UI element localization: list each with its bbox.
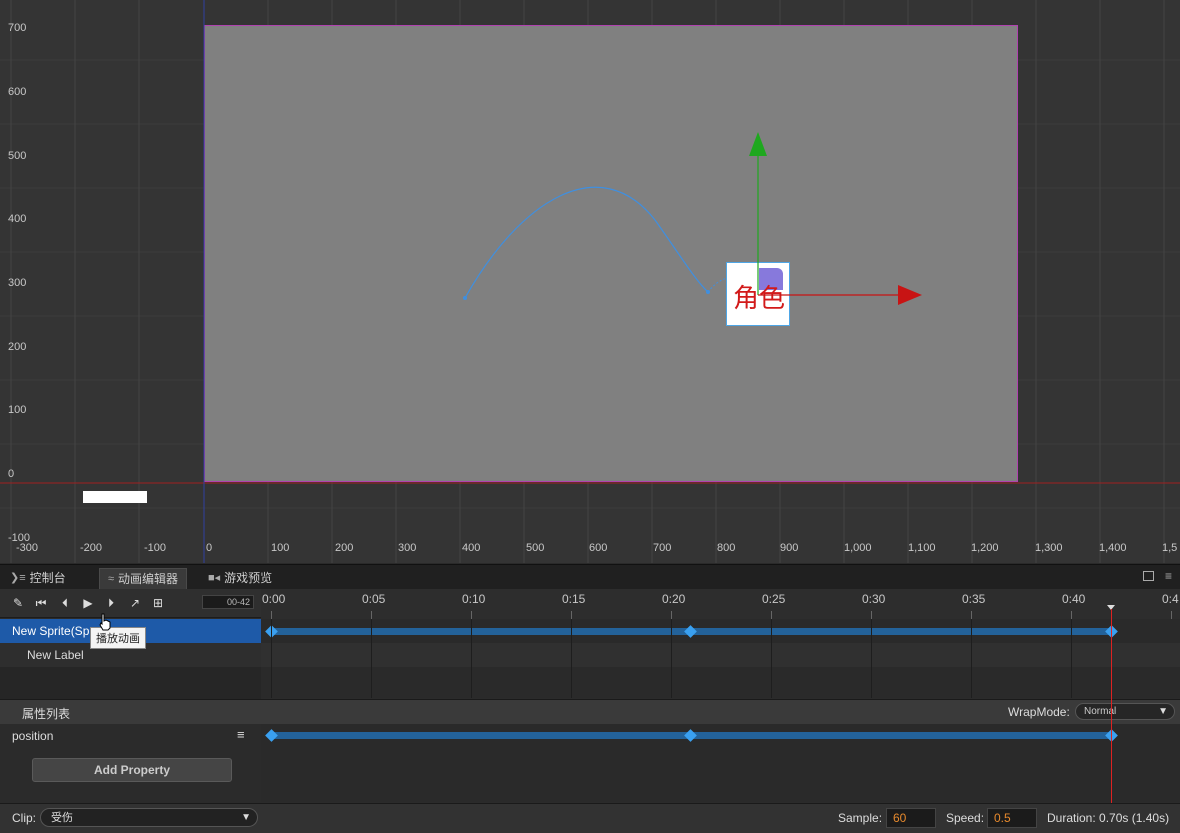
panel-tab-bar: ❯≡ 控制台 ≈ 动画编辑器 ■◂ 游戏预览 ≡ — [0, 564, 1180, 590]
console-icon: ❯≡ — [10, 572, 26, 584]
y-axis-label: 200 — [8, 341, 27, 353]
chevron-down-icon: ▼ — [1158, 706, 1168, 717]
design-resolution-rect — [204, 25, 1018, 482]
time-label: 0:25 — [762, 592, 786, 606]
y-axis-label: 500 — [8, 150, 27, 162]
edit-mode-icon[interactable]: ✎ — [10, 595, 26, 611]
play-icon[interactable]: ▶ — [80, 595, 96, 611]
x-axis-label: 1,000 — [844, 542, 872, 554]
wrapmode-label: WrapMode: — [1008, 705, 1070, 719]
tab-console[interactable]: ❯≡ 控制台 — [2, 568, 74, 589]
tab-label: 动画编辑器 — [118, 572, 179, 586]
y-axis-label: 600 — [8, 86, 27, 98]
x-axis-label: 1,200 — [971, 542, 999, 554]
tab-animation-editor[interactable]: ≈ 动画编辑器 — [99, 568, 188, 590]
y-axis-label: 0 — [8, 468, 15, 480]
x-axis-label: 800 — [717, 542, 736, 554]
animation-toolbar: ✎ ⏮ ⏴ ▶ ⏵ ↗ ⊞ 00-42 — [0, 589, 261, 618]
panel-menu-icon[interactable]: ≡ — [1165, 569, 1172, 583]
sample-input[interactable]: 60 — [886, 808, 936, 828]
camera-icon: ■◂ — [208, 572, 221, 584]
label-node-text: 角色 — [733, 284, 786, 314]
hand-cursor-icon — [99, 613, 111, 631]
node-track-area[interactable] — [261, 619, 1180, 698]
clip-select[interactable]: 受伤 ▼ — [40, 808, 258, 827]
speed-input[interactable]: 0.5 — [987, 808, 1037, 828]
y-axis-label: 100 — [8, 404, 27, 416]
time-label: 0:00 — [262, 592, 286, 606]
y-axis-label: 700 — [8, 22, 27, 34]
scene-view[interactable]: 角色 700 600 500 400 300 200 100 0 -100 -3… — [0, 0, 1180, 563]
x-axis-label: 600 — [589, 542, 608, 554]
property-list: position ≡ Add Property — [0, 724, 261, 802]
time-label: 0:4 — [1162, 592, 1179, 606]
duration-text: Duration: 0.70s (1.40s) — [1047, 811, 1170, 825]
time-label: 0:40 — [1062, 592, 1086, 606]
jump-first-frame-icon[interactable]: ⏮ — [33, 595, 49, 611]
tab-label: 游戏预览 — [224, 571, 273, 585]
time-label: 0:05 — [362, 592, 386, 606]
x-axis-label: 500 — [526, 542, 545, 554]
time-label: 0:35 — [962, 592, 986, 606]
x-axis-label: -300 — [16, 542, 39, 554]
x-axis-label: 1,300 — [1035, 542, 1063, 554]
maximize-panel-icon[interactable] — [1143, 571, 1154, 581]
x-axis-label: 1,5 — [1162, 542, 1178, 554]
wrapmode-select[interactable]: Normal ▼ — [1075, 703, 1175, 720]
add-keyframe-icon[interactable]: ⊞ — [150, 595, 166, 611]
y-axis-label: 400 — [8, 213, 27, 225]
time-label: 0:30 — [862, 592, 886, 606]
sample-label: Sample: — [838, 811, 883, 825]
x-axis-label: 100 — [271, 542, 290, 554]
time-label: 0:20 — [662, 592, 686, 606]
x-axis-label: 900 — [780, 542, 799, 554]
animation-footer: Clip: 受伤 ▼ Sample: 60 Speed: 0.5 Duratio… — [0, 803, 1180, 833]
add-event-icon[interactable]: ↗ — [127, 595, 143, 611]
x-axis-label: 0 — [206, 542, 213, 554]
time-label: 0:15 — [562, 592, 586, 606]
animation-editor: ✎ ⏮ ⏴ ▶ ⏵ ↗ ⊞ 00-42 0:00 0:05 0:10 0:15 … — [0, 589, 1180, 832]
x-axis-label: -100 — [144, 542, 167, 554]
speed-label: Speed: — [946, 811, 985, 825]
x-axis-label: 400 — [462, 542, 481, 554]
x-axis-label: 700 — [653, 542, 672, 554]
clip-value: 受伤 — [51, 812, 73, 824]
tab-label: 控制台 — [29, 571, 66, 585]
property-track-area[interactable] — [261, 724, 1180, 802]
y-axis-label: 300 — [8, 277, 27, 289]
animation-icon: ≈ — [108, 573, 115, 585]
property-list-title: 属性列表 — [22, 707, 71, 721]
property-menu-icon[interactable]: ≡ — [237, 727, 245, 742]
next-frame-icon[interactable]: ⏵ — [103, 595, 119, 611]
x-axis-label: 200 — [335, 542, 354, 554]
current-frame-input[interactable]: 00-42 — [202, 595, 254, 609]
add-property-button[interactable]: Add Property — [32, 758, 232, 782]
clip-label: Clip: — [12, 811, 37, 825]
x-axis-label: 300 — [398, 542, 417, 554]
time-label: 0:10 — [462, 592, 486, 606]
x-axis-label: 1,400 — [1099, 542, 1127, 554]
property-list-header: 属性列表 WrapMode: Normal ▼ — [0, 699, 1180, 725]
white-bar-node — [83, 491, 147, 503]
playhead-line[interactable] — [1111, 609, 1112, 803]
property-item-position[interactable]: position — [12, 729, 53, 743]
x-axis-label: -200 — [80, 542, 103, 554]
chevron-down-icon: ▼ — [241, 812, 251, 823]
x-axis-label: 1,100 — [908, 542, 936, 554]
prev-frame-icon[interactable]: ⏴ — [57, 595, 73, 611]
timeline-ruler[interactable]: 0:00 0:05 0:10 0:15 0:20 0:25 0:30 0:35 … — [261, 589, 1180, 620]
tab-game-preview[interactable]: ■◂ 游戏预览 — [200, 568, 280, 589]
